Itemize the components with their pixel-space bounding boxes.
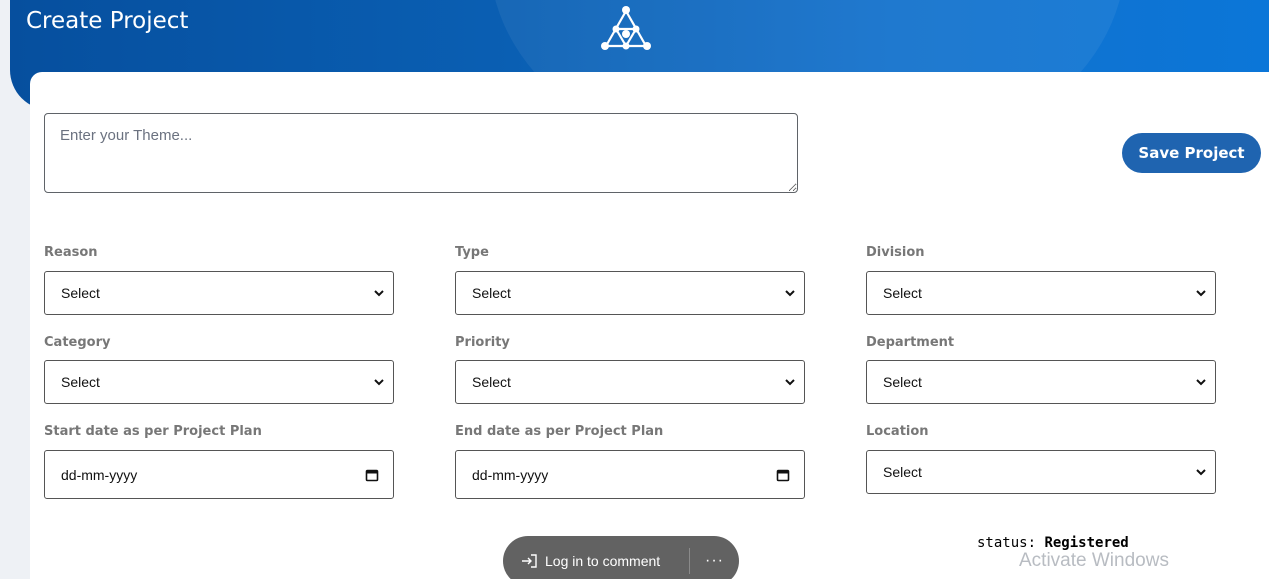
category-select[interactable]: Select <box>44 360 394 404</box>
theme-input[interactable] <box>44 113 798 193</box>
status-label: status: <box>977 535 1037 551</box>
division-select-value: Select <box>883 285 922 301</box>
activate-windows-watermark: Activate Windows <box>1019 550 1169 571</box>
division-label: Division <box>866 245 925 260</box>
department-select[interactable]: Select <box>866 360 1216 404</box>
chevron-down-icon <box>1196 379 1206 386</box>
end-date-input[interactable]: dd-mm-yyyy <box>455 450 805 499</box>
save-project-button[interactable]: Save Project <box>1122 133 1261 173</box>
division-select[interactable]: Select <box>866 271 1216 315</box>
priority-label: Priority <box>455 335 510 350</box>
category-select-value: Select <box>61 374 100 390</box>
category-label: Category <box>44 335 111 350</box>
status-value: Registered <box>1044 535 1129 551</box>
calendar-icon[interactable] <box>365 468 379 482</box>
chevron-down-icon <box>1196 469 1206 476</box>
calendar-icon[interactable] <box>776 468 790 482</box>
priority-select[interactable]: Select <box>455 360 805 404</box>
location-select-value: Select <box>883 464 922 480</box>
department-label: Department <box>866 335 955 350</box>
chevron-down-icon <box>785 290 795 297</box>
type-select[interactable]: Select <box>455 271 805 315</box>
location-select[interactable]: Select <box>866 450 1216 494</box>
priority-select-value: Select <box>472 374 511 390</box>
end-date-label: End date as per Project Plan <box>455 424 664 439</box>
login-to-comment-label: Log in to comment <box>545 553 661 569</box>
department-select-value: Select <box>883 374 922 390</box>
reason-select-value: Select <box>61 285 100 301</box>
chevron-down-icon <box>785 379 795 386</box>
chevron-down-icon <box>374 379 384 386</box>
network-triangle-logo-icon <box>601 6 651 50</box>
comment-bar: Log in to comment ··· <box>503 536 739 579</box>
login-to-comment-button[interactable]: Log in to comment <box>503 536 689 579</box>
reason-label: Reason <box>44 245 98 260</box>
status-text: status: Registered <box>977 535 1129 551</box>
location-label: Location <box>866 424 929 439</box>
start-date-value: dd-mm-yyyy <box>61 466 138 483</box>
start-date-label: Start date as per Project Plan <box>44 424 262 439</box>
chevron-down-icon <box>374 290 384 297</box>
end-date-value: dd-mm-yyyy <box>472 466 549 483</box>
page-title: Create Project <box>26 8 189 34</box>
sign-in-icon <box>522 554 537 568</box>
type-label: Type <box>455 245 489 260</box>
type-select-value: Select <box>472 285 511 301</box>
chevron-down-icon <box>1196 290 1206 297</box>
more-options-button[interactable]: ··· <box>690 552 739 570</box>
reason-select[interactable]: Select <box>44 271 394 315</box>
form-card: Save Project Reason Select Type Select D… <box>30 72 1269 579</box>
start-date-input[interactable]: dd-mm-yyyy <box>44 450 394 499</box>
